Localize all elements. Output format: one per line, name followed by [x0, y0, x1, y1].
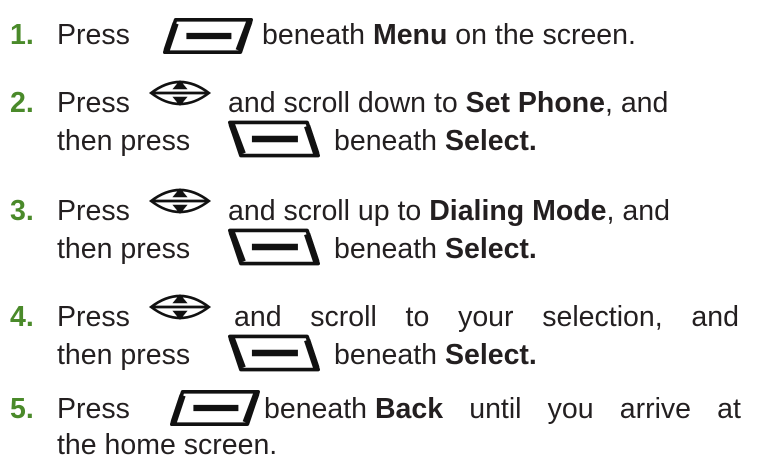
step-text: Press	[57, 87, 130, 119]
step-1: 1. Press beneath Menu on the screen.	[0, 18, 762, 58]
step-text-line2: then press	[57, 125, 191, 157]
left-soft-key-icon	[170, 390, 260, 426]
step-5: 5. Press beneath Back until you arrive a…	[0, 388, 762, 466]
step-number: 5.	[10, 393, 34, 425]
step-text: and scroll up to Dialing Mode, and	[228, 195, 670, 227]
step-text-line2: then press	[57, 339, 191, 371]
step-text-line2: beneath Select.	[334, 125, 537, 157]
step-text-justified: and scroll to your selection, and	[234, 301, 739, 333]
navigation-key-icon	[142, 288, 218, 326]
navigation-key-icon	[142, 182, 218, 220]
step-3: 3. Press and scroll up to Dialing Mode, …	[0, 186, 762, 266]
step-text: Press	[57, 393, 130, 425]
step-text: Press	[57, 19, 130, 51]
step-number: 1.	[10, 19, 34, 51]
step-text-line2: beneath Select.	[334, 233, 537, 265]
right-soft-key-icon	[228, 334, 320, 372]
step-text-justified: beneath Back until you arrive at	[264, 393, 741, 425]
step-4: 4. Press and scroll to your selection, a…	[0, 292, 762, 372]
left-soft-key-icon	[163, 18, 253, 54]
step-text: beneath Menu on the screen.	[262, 19, 636, 51]
step-text-line2: the home screen.	[57, 429, 278, 461]
step-text: and scroll down to Set Phone, and	[228, 87, 669, 119]
step-text-line2: beneath Select.	[334, 339, 537, 371]
dialing-mode-label: Dialing Mode	[429, 195, 607, 227]
right-soft-key-icon	[228, 228, 320, 266]
step-number: 3.	[10, 195, 34, 227]
select-label: Select.	[444, 125, 537, 157]
navigation-key-icon	[142, 74, 218, 112]
menu-label: Menu	[372, 19, 448, 51]
back-label: Back	[374, 393, 444, 425]
step-number: 4.	[10, 301, 34, 333]
step-number: 2.	[10, 87, 34, 119]
set-phone-label: Set Phone	[465, 87, 605, 119]
right-soft-key-icon	[228, 120, 320, 158]
step-2: 2. Press and scroll down to Set Phone, a…	[0, 78, 762, 158]
select-label: Select.	[444, 339, 537, 371]
select-label: Select.	[444, 233, 537, 265]
step-text-line2: then press	[57, 233, 191, 265]
step-text: Press	[57, 301, 130, 333]
step-text: Press	[57, 195, 130, 227]
